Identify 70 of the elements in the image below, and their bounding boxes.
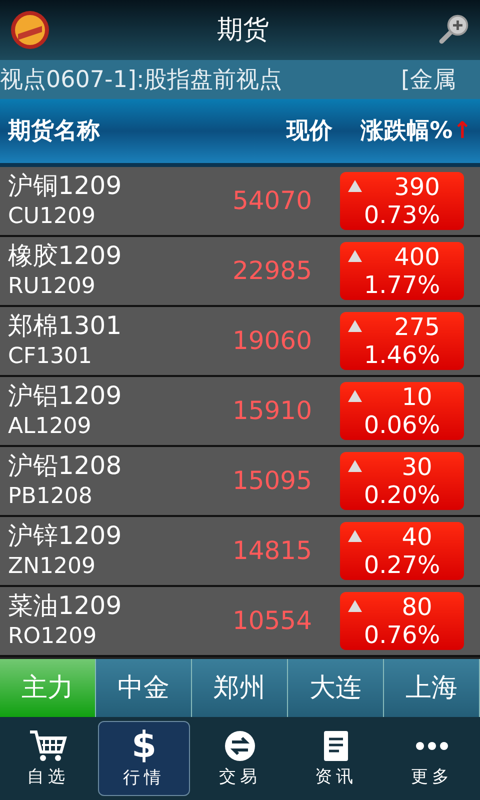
market-tab[interactable]: 大连 bbox=[288, 658, 384, 717]
price-text: 54070 bbox=[231, 186, 312, 215]
contract-code: RU1209 bbox=[8, 272, 96, 300]
quote-row[interactable]: 郑棉1301 CF1301 19060 275 1.46% bbox=[0, 306, 480, 376]
ticker-text[interactable]: [金属 bbox=[401, 64, 456, 95]
contract-code: ZN1209 bbox=[8, 552, 97, 580]
up-triangle-icon bbox=[348, 320, 362, 332]
contract-name: 沪铝1209 bbox=[8, 380, 123, 412]
nav-tab[interactable]: 资讯 bbox=[290, 720, 382, 796]
nav-tab[interactable]: 更多 bbox=[386, 720, 478, 796]
change-value: 275 bbox=[393, 312, 440, 340]
change-percent: 1.77% bbox=[364, 270, 440, 298]
more-icon bbox=[415, 740, 449, 751]
cart-icon bbox=[28, 728, 68, 763]
quote-row[interactable]: 橡胶1209 RU1209 22985 400 1.77% bbox=[0, 236, 480, 306]
contract-name: 沪锌1209 bbox=[8, 520, 123, 552]
column-header[interactable]: 期货名称 bbox=[8, 115, 287, 146]
price-text: 22985 bbox=[231, 256, 312, 285]
up-triangle-icon bbox=[348, 530, 362, 542]
contract-name: 郑棉1301 bbox=[8, 310, 123, 342]
column-header[interactable]: 现价 bbox=[286, 115, 333, 146]
change-percent: 1.46% bbox=[364, 340, 440, 368]
price-text: 15095 bbox=[231, 466, 312, 495]
page-title: 期货 bbox=[217, 14, 269, 48]
contract-name: 沪铅1208 bbox=[8, 450, 123, 482]
change-value: 10 bbox=[400, 382, 432, 410]
swap-icon bbox=[223, 728, 257, 763]
quote-row[interactable]: 沪铅1208 PB1208 15095 30 0.20% bbox=[0, 446, 480, 516]
change-value: 40 bbox=[400, 522, 432, 550]
change-percent: 0.73% bbox=[364, 200, 440, 228]
price-text: 14815 bbox=[231, 536, 312, 565]
contract-code: PB1208 bbox=[8, 482, 94, 510]
nav-tab[interactable]: $ 行情 bbox=[98, 720, 190, 796]
quote-row[interactable]: 沪锌1209 ZN1209 14815 40 0.27% bbox=[0, 516, 480, 586]
dollar-icon: $ bbox=[131, 728, 157, 764]
contract-code: CF1301 bbox=[8, 342, 94, 370]
column-header[interactable]: 涨跌幅% bbox=[360, 115, 453, 146]
market-tab[interactable]: 中金 bbox=[96, 658, 192, 717]
logo-icon bbox=[10, 10, 50, 50]
change-value: 80 bbox=[400, 592, 432, 620]
nav-tab[interactable]: 交易 bbox=[194, 720, 286, 796]
ticker-text[interactable]: 视点0607-1]:股指盘前视点 bbox=[0, 64, 282, 95]
market-tab[interactable]: 郑州 bbox=[192, 658, 288, 717]
quote-row[interactable]: 沪铜1209 CU1209 54070 390 0.73% bbox=[0, 166, 480, 236]
market-tab[interactable]: 上海 bbox=[384, 658, 480, 717]
up-triangle-icon bbox=[348, 250, 362, 262]
contract-code: CU1209 bbox=[8, 202, 96, 230]
nav-tab[interactable]: 自选 bbox=[2, 720, 94, 796]
change-value: 400 bbox=[393, 242, 440, 270]
contract-name: 菜油1209 bbox=[8, 590, 123, 622]
change-percent: 0.76% bbox=[364, 620, 440, 648]
price-text: 10554 bbox=[231, 606, 312, 635]
up-triangle-icon bbox=[348, 390, 362, 402]
contract-name: 沪铜1209 bbox=[8, 170, 123, 202]
change-percent: 0.20% bbox=[364, 480, 440, 508]
document-icon bbox=[321, 728, 351, 763]
price-text: 19060 bbox=[231, 326, 312, 355]
change-percent: 0.27% bbox=[364, 550, 440, 578]
change-percent: 0.06% bbox=[364, 410, 440, 438]
change-value: 30 bbox=[400, 452, 432, 480]
quote-row[interactable]: 菜油1209 RO1209 10554 80 0.76% bbox=[0, 586, 480, 656]
price-text: 15910 bbox=[231, 396, 312, 425]
change-value: 390 bbox=[393, 172, 440, 200]
up-triangle-icon bbox=[348, 460, 362, 472]
contract-code: AL1209 bbox=[8, 412, 92, 440]
quote-row[interactable]: 沪铝1209 AL1209 15910 10 0.06% bbox=[0, 376, 480, 446]
contract-name: 橡胶1209 bbox=[8, 240, 123, 272]
up-triangle-icon bbox=[348, 180, 362, 192]
contract-code: RO1209 bbox=[8, 622, 98, 650]
up-triangle-icon bbox=[348, 600, 362, 612]
